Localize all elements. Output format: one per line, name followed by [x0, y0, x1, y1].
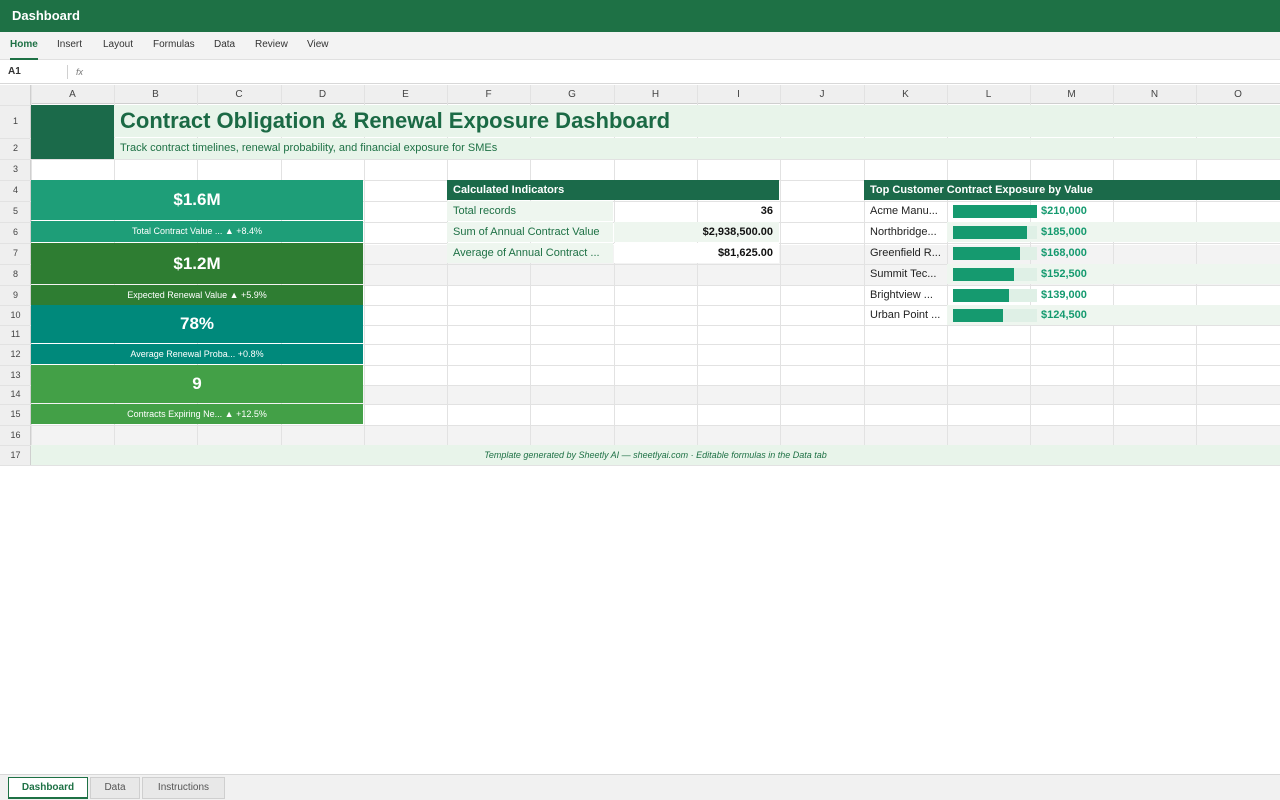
row-header[interactable]: 14 — [0, 385, 31, 404]
app-title-bar: Dashboard — [0, 0, 1280, 32]
formula-separator — [67, 65, 68, 79]
row-header[interactable]: 13 — [0, 365, 31, 385]
ribbon-tab-review[interactable]: Review — [255, 32, 288, 60]
ribbon-tab-view[interactable]: View — [307, 32, 329, 60]
row-header[interactable]: 10 — [0, 305, 31, 325]
exposure-header: Top Customer Contract Exposure by Value — [864, 180, 1280, 200]
column-header[interactable]: O — [1196, 85, 1280, 104]
customer-name: Northbridge... — [870, 226, 937, 238]
exposure-bar — [953, 268, 1014, 281]
kpi-contracts-expiring-label: Contracts Expiring Ne... ▲ +12.5% — [31, 404, 363, 424]
row-header[interactable]: 4 — [0, 180, 31, 201]
exposure-bar-track — [953, 268, 1037, 281]
ribbon-tab-insert[interactable]: Insert — [57, 32, 82, 60]
row-header[interactable]: 1 — [0, 105, 31, 138]
kpi-contracts-expiring: 9 — [31, 365, 363, 403]
kpi-total-contract-value-label: Total Contract Value ... ▲ +8.4% — [31, 221, 363, 242]
customer-exposure-value: $152,500 — [1041, 268, 1087, 280]
indicators-header: Calculated Indicators — [447, 180, 779, 200]
cell-reference-box[interactable]: A1 — [8, 60, 21, 84]
row-header[interactable]: 8 — [0, 264, 31, 285]
row-header[interactable]: 12 — [0, 344, 31, 365]
sheet-tab-bar: Dashboard Data Instructions — [0, 774, 1280, 800]
kpi-average-renewal-probability-label: Average Renewal Proba... +0.8% — [31, 344, 363, 364]
template-footer: Template generated by Sheetly AI — sheet… — [31, 445, 1280, 465]
formula-bar: A1 fx — [0, 60, 1280, 84]
exposure-bar — [953, 289, 1009, 302]
indicator-value: 36 — [760, 205, 773, 217]
row-header[interactable]: 17 — [0, 445, 31, 465]
kpi-expected-renewal-value: $1.2M — [31, 243, 363, 284]
customer-exposure-value: $124,500 — [1041, 309, 1087, 321]
indicator-value: $81,625.00 — [614, 243, 779, 263]
row-header[interactable]: 3 — [0, 159, 31, 180]
column-header[interactable]: A — [31, 85, 114, 104]
ribbon: Home Insert Layout Formulas Data Review … — [0, 32, 1280, 60]
indicator-label: Sum of Annual Contract Value — [447, 222, 613, 242]
kpi-expected-renewal-value-label: Expected Renewal Value ▲ +5.9% — [31, 285, 363, 305]
exposure-bar — [953, 226, 1027, 239]
kpi-total-contract-value: $1.6M — [31, 180, 363, 220]
row-header[interactable]: 16 — [0, 425, 31, 445]
column-header[interactable]: L — [947, 85, 1030, 104]
column-header[interactable]: C — [197, 85, 281, 104]
column-header[interactable]: G — [530, 85, 614, 104]
ribbon-tab-data[interactable]: Data — [214, 32, 235, 60]
gridline — [0, 465, 1280, 466]
column-header[interactable]: F — [447, 85, 530, 104]
column-header[interactable]: K — [864, 85, 947, 104]
exposure-bar — [953, 205, 1037, 218]
column-header[interactable]: E — [364, 85, 447, 104]
customer-name: Brightview ... — [870, 289, 933, 301]
row-header[interactable]: 5 — [0, 201, 31, 222]
indicator-label: Average of Annual Contract ... — [447, 243, 613, 263]
ribbon-tab-home[interactable]: Home — [10, 32, 38, 60]
column-header[interactable]: D — [281, 85, 364, 104]
customer-name: Acme Manu... — [870, 205, 938, 217]
exposure-bar-track — [953, 247, 1037, 260]
column-header[interactable]: M — [1030, 85, 1113, 104]
column-header[interactable]: N — [1113, 85, 1196, 104]
exposure-bar-track — [953, 309, 1037, 322]
sheet-tab-instructions[interactable]: Instructions — [142, 777, 225, 799]
column-header[interactable]: H — [614, 85, 697, 104]
row-header[interactable]: 2 — [0, 138, 31, 159]
dashboard-subtitle: Track contract timelines, renewal probab… — [114, 138, 1280, 159]
ribbon-tab-formulas[interactable]: Formulas — [153, 32, 195, 60]
row-header[interactable]: 7 — [0, 243, 31, 264]
sheet-tab-dashboard[interactable]: Dashboard — [8, 777, 88, 799]
customer-exposure-value: $139,000 — [1041, 289, 1087, 301]
indicator-label: Total records — [447, 201, 613, 221]
row-header[interactable]: 6 — [0, 222, 31, 243]
customer-exposure-value: $210,000 — [1041, 205, 1087, 217]
logo-block — [31, 105, 114, 159]
ribbon-tab-layout[interactable]: Layout — [103, 32, 133, 60]
customer-name: Urban Point ... — [870, 309, 941, 321]
column-header[interactable]: J — [780, 85, 864, 104]
exposure-bar-track — [953, 226, 1037, 239]
gridline — [0, 159, 1280, 160]
app-title: Dashboard — [12, 8, 80, 23]
customer-name: Greenfield R... — [870, 247, 941, 259]
customer-exposure-value: $168,000 — [1041, 247, 1087, 259]
gridline — [0, 425, 1280, 426]
exposure-bar-track — [953, 205, 1037, 218]
row-header[interactable]: 15 — [0, 404, 31, 425]
kpi-average-renewal-probability: 78% — [31, 305, 363, 343]
customer-name: Summit Tec... — [870, 268, 937, 280]
sheet-tab-data[interactable]: Data — [90, 777, 140, 799]
indicator-value: $2,938,500.00 — [614, 222, 779, 242]
fx-icon: fx — [76, 67, 84, 77]
row-band — [31, 425, 1280, 445]
exposure-bar — [953, 247, 1020, 260]
dashboard-title: Contract Obligation & Renewal Exposure D… — [114, 105, 1280, 137]
spreadsheet-grid[interactable]: A B C D E F G H I J K L M N O 1 2 3 4 5 6 7 8 9 10 11 12 13 14 15 16 17… — [0, 85, 1280, 466]
column-header[interactable]: I — [697, 85, 780, 104]
exposure-bar — [953, 309, 1003, 322]
exposure-bar-track — [953, 289, 1037, 302]
customer-exposure-value: $185,000 — [1041, 226, 1087, 238]
column-header[interactable]: B — [114, 85, 197, 104]
row-header[interactable]: 11 — [0, 325, 31, 344]
row-header[interactable]: 9 — [0, 285, 31, 305]
